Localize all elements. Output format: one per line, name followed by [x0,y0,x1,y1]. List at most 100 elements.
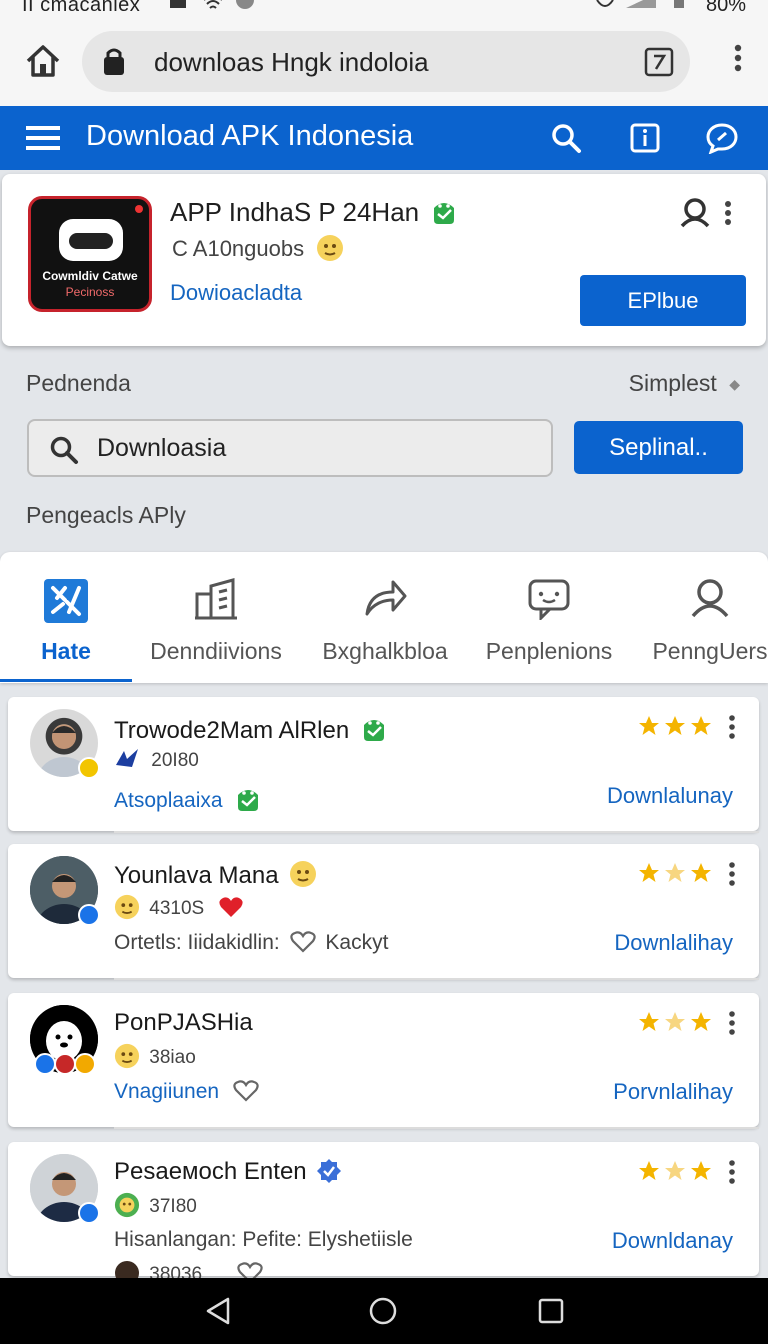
featured-app-name: APP IndhaS P 24Han [170,196,458,228]
rating-stars [638,1011,714,1038]
emoji-icon [114,894,140,920]
wifi-icon [202,0,224,20]
download-link[interactable]: Porvnlalihay [613,1079,733,1105]
section-label-left: Pednenda [26,370,131,396]
status-carrier: II cmacaniex [22,0,141,16]
search-field[interactable]: Downloasia [27,419,553,477]
heart-outline-icon [233,1080,259,1102]
home-icon[interactable] [24,42,62,80]
list-item-category: Ortetls: Iiidakidlin: Kackyt [114,931,389,954]
app-badge [54,1053,76,1075]
browser-toolbar: downloas Hngk indoloia [0,22,768,106]
info-icon[interactable] [629,122,661,159]
search-button[interactable]: Seplinal.. [574,421,743,474]
download-link[interactable]: Downlalunay [607,783,733,809]
signal-icon [624,0,658,20]
emoji-icon [317,235,344,261]
user-account-icon[interactable] [679,198,711,233]
tab-penngusers[interactable]: PenngUers [640,552,768,683]
back-icon[interactable] [204,1296,234,1331]
list-item-name: Younlava Mana [114,860,317,890]
lock-icon [102,47,126,82]
android-icon [363,720,384,741]
vibrate-icon [594,0,616,20]
address-bar[interactable]: downloas Hngk indoloia [82,31,690,92]
list-item-meta: 38iao [114,1043,196,1069]
tab-hate[interactable]: Hate [0,552,132,683]
more-options-icon[interactable] [728,862,736,891]
tab-bxghalkbloa[interactable]: Bxghalkbloa [312,552,458,683]
search-icon[interactable] [550,122,582,159]
list-item-meta: 20I80 [114,747,199,772]
tab-denndiivions[interactable]: Denndiivions [142,552,290,683]
sort-selector[interactable]: Simplest ◆ [629,370,740,397]
more-options-icon[interactable] [728,1011,736,1040]
browser-menu-icon[interactable] [734,44,742,77]
featured-action-button[interactable]: EPlbue [580,275,746,326]
emoji-icon [290,861,317,887]
list-item-name: Pesaeмoch Enten [114,1158,342,1186]
battery-level: 80% [705,0,746,16]
app-status-icon [234,0,256,20]
verified-badge [34,1053,56,1075]
heart-icon [218,897,243,917]
star-grid-icon [43,578,89,629]
app-header: Download APK Indonesia [0,106,768,170]
category-tabs: Hate Denndiivions Bxghalkbloa Penplenion… [0,552,768,683]
verified-badge [74,1053,96,1075]
verified-badge [78,904,100,926]
more-options-icon[interactable] [728,715,736,744]
list-item-meta: 37I80 [114,1192,197,1218]
recents-icon[interactable] [536,1296,566,1331]
heart-outline-icon [289,931,316,953]
list-item-category: Atsoplaaixa [114,783,262,813]
chat-bubble-icon [527,578,571,625]
rating-stars [638,862,714,889]
search-query-text: Downloasia [97,434,227,462]
list-item[interactable]: Pesaeмoch Enten 37I80 Hisanlangan: Pefit… [8,1142,759,1285]
list-item[interactable]: Younlava Mana 4310S Ortetls: Iiidakidlin… [8,844,759,980]
share-arrow-icon [363,578,407,623]
battery-icon [672,0,686,20]
tab-penplenions[interactable]: Penplenions [476,552,622,683]
diamond-icon: ◆ [729,376,740,392]
emoji-icon [114,1043,140,1069]
featured-app-link[interactable]: Dowioacladta [170,280,302,306]
list-item-name: Trowode2Mam AlRlen [114,713,388,745]
list-item-meta: 4310S [114,894,244,920]
hamburger-menu-icon[interactable] [26,124,60,157]
android-icon [434,203,455,224]
featured-more-icon[interactable] [724,200,732,231]
building-icon [193,578,239,625]
featured-app-card[interactable]: Cowmldiv Catwe Pecinoss APP IndhaS P 24H… [2,174,766,346]
status-bar: II cmacaniex 80% [0,0,768,22]
featured-app-subtitle: C A10nguobs [172,234,344,262]
more-options-icon[interactable] [728,1160,736,1189]
list-item[interactable]: PonPJASHia 38iao Vnagiiunen Porvnlalihay [8,993,759,1129]
bird-icon [116,749,138,767]
download-link[interactable]: Downlalihay [614,930,733,956]
system-nav-bar [0,1278,768,1344]
user-icon [689,578,731,623]
list-item-name: PonPJASHia [114,1009,253,1036]
list-item-category: Vnagiiunen [114,1079,259,1104]
android-icon [238,790,259,811]
verified-check-icon [317,1159,342,1183]
home-nav-icon[interactable] [368,1296,398,1331]
section-label-apps: Pengeacls APly [26,502,186,528]
app-title: Download APK Indonesia [86,120,414,152]
rating-stars [638,1160,714,1187]
featured-app-logo: Cowmldiv Catwe Pecinoss [28,196,152,312]
list-item-category: Hisanlangan: Pefite: Elyshetiisle [114,1228,413,1251]
chat-help-icon[interactable] [705,122,739,159]
list-item[interactable]: Trowode2Mam AlRlen 20I80 Atsoplaaixa Dow… [8,697,759,833]
url-text: downloas Hngk indoloia [154,47,429,77]
face-badge-icon [114,1192,140,1218]
verified-badge [78,757,100,779]
notification-icon [168,0,188,20]
search-field-icon [49,435,79,470]
verified-badge [78,1202,100,1224]
download-link[interactable]: Downldanay [612,1228,733,1254]
tab-switcher-icon[interactable] [644,47,674,82]
rating-stars [638,715,714,742]
